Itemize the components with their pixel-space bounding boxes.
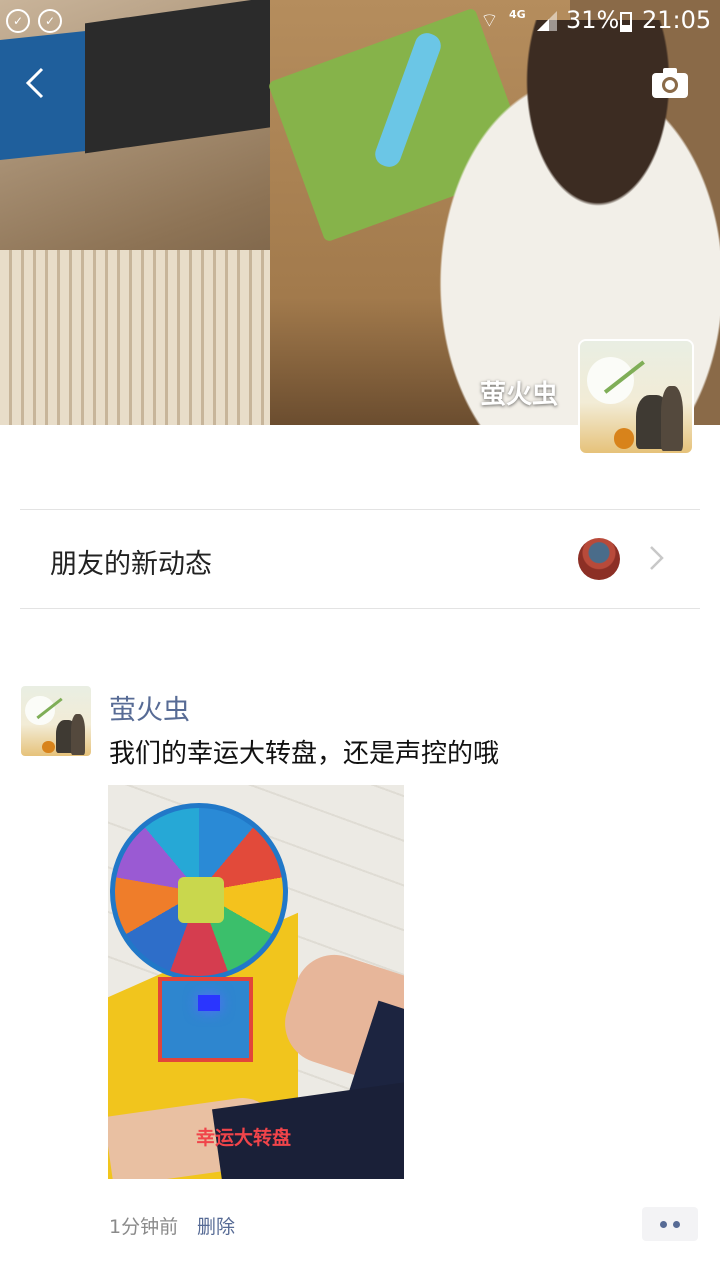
delete-link[interactable]: 删除 — [197, 1212, 235, 1239]
status-time: 21:05 — [642, 6, 712, 34]
post-author-avatar[interactable] — [21, 686, 91, 756]
more-button[interactable] — [642, 1207, 698, 1241]
network-type: 4G — [509, 8, 526, 21]
camera-icon — [652, 68, 688, 98]
avatar-image — [580, 341, 692, 453]
profile-avatar[interactable] — [580, 341, 692, 453]
battery-percent: 31% — [566, 6, 620, 34]
chevron-right-icon — [650, 546, 664, 570]
post-timestamp: 1分钟前 — [109, 1216, 179, 1238]
status-bar: ✓ ✓ ⌔ 4G 31% 21:05 — [0, 0, 720, 44]
more-dots-icon — [660, 1221, 667, 1228]
cover-book-stack — [0, 250, 300, 425]
signal-icon — [537, 11, 557, 31]
notification-icon: ✓ — [6, 9, 30, 33]
more-dots-icon — [673, 1221, 680, 1228]
friend-avatar — [578, 538, 620, 580]
chevron-left-icon — [25, 67, 44, 99]
avatar-image — [21, 686, 91, 756]
image-caption: 幸运大转盘 — [196, 1127, 292, 1149]
profile-name: 萤火虫 — [479, 380, 558, 410]
battery-icon — [620, 12, 632, 32]
wifi-icon: ⌔ — [480, 8, 499, 32]
post-author-name[interactable]: 萤火虫 — [109, 688, 190, 727]
friends-updates-label: 朋友的新动态 — [50, 549, 212, 580]
camera-button[interactable] — [650, 66, 690, 100]
back-button[interactable] — [20, 63, 60, 103]
post-text: 我们的幸运大转盘，还是声控的哦 — [109, 739, 500, 769]
divider — [20, 608, 700, 609]
notification-icon: ✓ — [38, 9, 62, 33]
post-image[interactable]: 幸运大转盘 — [108, 785, 404, 1179]
friends-updates-row[interactable]: 朋友的新动态 — [20, 510, 700, 608]
